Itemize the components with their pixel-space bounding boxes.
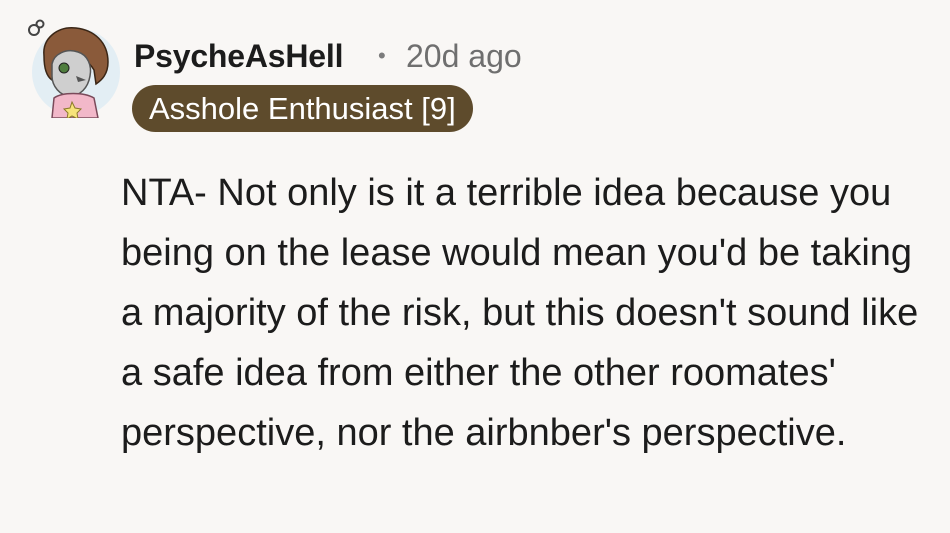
username-link[interactable]: PsycheAsHell	[134, 36, 343, 76]
user-flair-badge: Asshole Enthusiast [9]	[132, 85, 473, 132]
comment-body: NTA- Not only is it a terrible idea beca…	[121, 172, 919, 454]
avatar-icon	[28, 19, 120, 118]
comment: PsycheAsHell • 20d ago Asshole Enthusias…	[0, 0, 950, 533]
avatar[interactable]	[24, 18, 124, 118]
separator-dot: •	[378, 43, 386, 68]
timestamp[interactable]: 20d ago	[406, 36, 522, 76]
